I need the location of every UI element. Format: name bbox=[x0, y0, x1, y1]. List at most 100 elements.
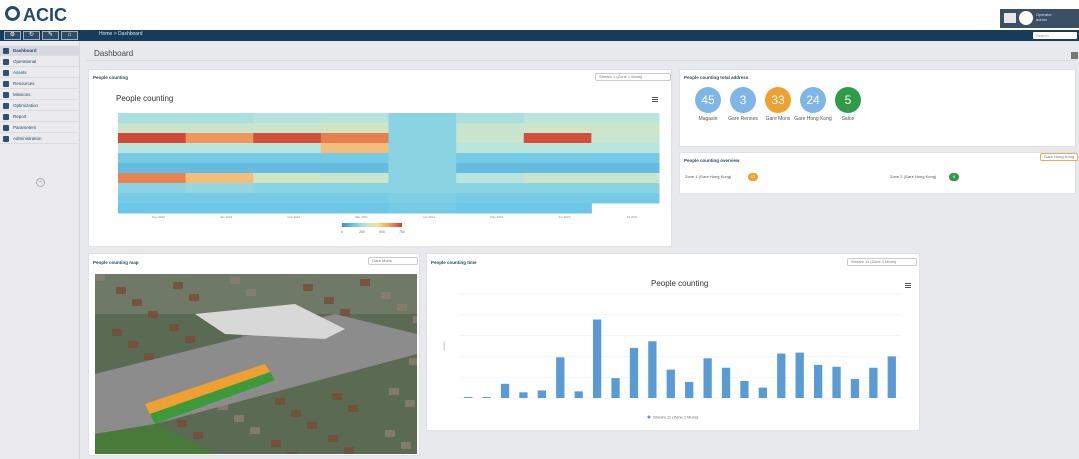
bar[interactable] bbox=[721, 367, 731, 398]
heatmap-cell bbox=[320, 123, 389, 134]
address-count-badge[interactable]: 45 bbox=[695, 87, 721, 113]
map-building bbox=[230, 277, 240, 284]
map-location-select[interactable]: Gare Mons bbox=[368, 257, 418, 265]
avatar[interactable] bbox=[1019, 11, 1033, 25]
map-building bbox=[128, 341, 138, 348]
map-building bbox=[307, 422, 317, 429]
tools-icon[interactable]: ✎ bbox=[42, 31, 59, 40]
heatmap-cell bbox=[456, 133, 525, 144]
bar[interactable] bbox=[519, 392, 528, 398]
user-name: Operator admin bbox=[1036, 12, 1052, 22]
bar[interactable] bbox=[464, 397, 473, 398]
map-building bbox=[397, 304, 407, 311]
heatmap-cell bbox=[388, 183, 457, 194]
bar[interactable] bbox=[795, 352, 804, 398]
gear-icon[interactable]: ⚙ bbox=[4, 31, 21, 40]
map-building bbox=[144, 353, 154, 360]
bar[interactable] bbox=[685, 381, 694, 398]
collapse-sidebar-button[interactable]: « bbox=[36, 178, 45, 187]
heatmap-cell bbox=[253, 183, 322, 194]
address-panel-title: People counting total address bbox=[684, 75, 749, 80]
heatmap-cell bbox=[320, 153, 389, 164]
bar[interactable] bbox=[740, 380, 749, 398]
search-input[interactable]: Search bbox=[1033, 32, 1077, 39]
bar[interactable] bbox=[777, 353, 786, 398]
heatmap-cell bbox=[523, 123, 592, 134]
heatmap-cell bbox=[523, 193, 592, 204]
bar[interactable] bbox=[648, 341, 657, 398]
bar[interactable] bbox=[629, 347, 639, 398]
heatmap-cell bbox=[591, 193, 660, 204]
heatmap-cell bbox=[185, 203, 254, 214]
bar[interactable] bbox=[832, 366, 841, 398]
sidebar-item-administration[interactable]: Administration bbox=[0, 134, 80, 144]
heatmap-legend bbox=[342, 223, 402, 227]
heatmap-cell bbox=[388, 163, 457, 174]
bar[interactable] bbox=[758, 387, 768, 398]
bar[interactable] bbox=[703, 358, 712, 398]
bar[interactable] bbox=[556, 357, 565, 398]
bar[interactable] bbox=[611, 378, 620, 398]
bar[interactable] bbox=[537, 390, 547, 398]
heatmap-cell bbox=[456, 173, 525, 184]
station-3d-map[interactable] bbox=[95, 274, 417, 454]
bar[interactable] bbox=[813, 364, 823, 398]
heatmap-col-label: Dec 2020 bbox=[152, 215, 165, 219]
app-logo[interactable]: ACIC bbox=[23, 5, 67, 26]
bar[interactable] bbox=[592, 319, 602, 398]
menu-icon bbox=[3, 48, 9, 54]
heatmap-cell bbox=[253, 203, 322, 214]
heatmap-cell bbox=[253, 113, 322, 124]
map-building bbox=[287, 452, 297, 454]
bar[interactable] bbox=[500, 383, 510, 398]
heatmap-cell bbox=[591, 163, 660, 174]
address-count-badge[interactable]: 24 bbox=[800, 87, 826, 113]
bar[interactable] bbox=[574, 391, 583, 398]
zone-count-badge: 17 bbox=[748, 173, 758, 181]
sidebar-item-operational[interactable]: Operational bbox=[0, 57, 80, 67]
heatmap-cell bbox=[185, 113, 254, 124]
sidebar-item-resources[interactable]: Resources bbox=[0, 79, 80, 89]
heatmap-cell bbox=[388, 153, 457, 164]
sidebar-item-dashboard[interactable]: Dashboard bbox=[0, 46, 80, 56]
heatmap-cell bbox=[591, 183, 660, 194]
map-building bbox=[340, 309, 350, 316]
bar[interactable] bbox=[887, 356, 896, 398]
sidebar-item-report[interactable]: Report bbox=[0, 112, 80, 122]
heatmap-cell bbox=[253, 133, 322, 144]
map-building bbox=[177, 420, 187, 427]
heatmap-cell bbox=[523, 173, 592, 184]
heatmap-cell bbox=[118, 203, 187, 214]
map-building bbox=[303, 284, 313, 291]
sidebar-item-assets[interactable]: Assets bbox=[0, 68, 80, 78]
overview-location-select[interactable]: Gare Hong Kong bbox=[1040, 153, 1078, 161]
refresh-icon[interactable]: ↻ bbox=[23, 31, 40, 40]
address-count-badge[interactable]: 33 bbox=[765, 87, 791, 113]
heatmap-cell bbox=[118, 133, 187, 144]
sidebar-item-parameters[interactable]: Parameters bbox=[0, 123, 80, 133]
sidebar-item-label: Dashboard bbox=[13, 48, 37, 53]
home-icon[interactable]: ⌂ bbox=[61, 31, 78, 40]
address-label: Gare Rennes bbox=[728, 116, 758, 122]
bar-legend[interactable]: Stream 11 (Zone 1 Mons) bbox=[653, 415, 699, 420]
bar[interactable] bbox=[666, 369, 675, 398]
address-count-badge[interactable]: 3 bbox=[730, 87, 756, 113]
flag-icon[interactable] bbox=[1004, 13, 1016, 23]
address-label: Gare Mons bbox=[765, 116, 791, 122]
bar[interactable] bbox=[850, 379, 860, 398]
bar[interactable] bbox=[869, 367, 878, 398]
address-label: Gare Hong Kong bbox=[794, 116, 832, 122]
heatmap-cell bbox=[118, 143, 187, 154]
heatmap-cell bbox=[320, 193, 389, 204]
fullscreen-icon[interactable] bbox=[1071, 52, 1078, 59]
heatmap-cell bbox=[456, 163, 525, 174]
bar[interactable] bbox=[482, 397, 491, 398]
breadcrumb-home[interactable]: Home bbox=[99, 31, 112, 37]
sidebar-item-optimization[interactable]: Optimization bbox=[0, 101, 80, 111]
heatmap-cell bbox=[118, 123, 187, 134]
sidebar-item-missions[interactable]: Missions bbox=[0, 90, 80, 100]
heatmap-col-label: Jul 2021 bbox=[626, 215, 638, 219]
address-count-badge[interactable]: 5 bbox=[835, 87, 861, 113]
map-building bbox=[189, 294, 199, 301]
heatmap-cell bbox=[118, 173, 187, 184]
